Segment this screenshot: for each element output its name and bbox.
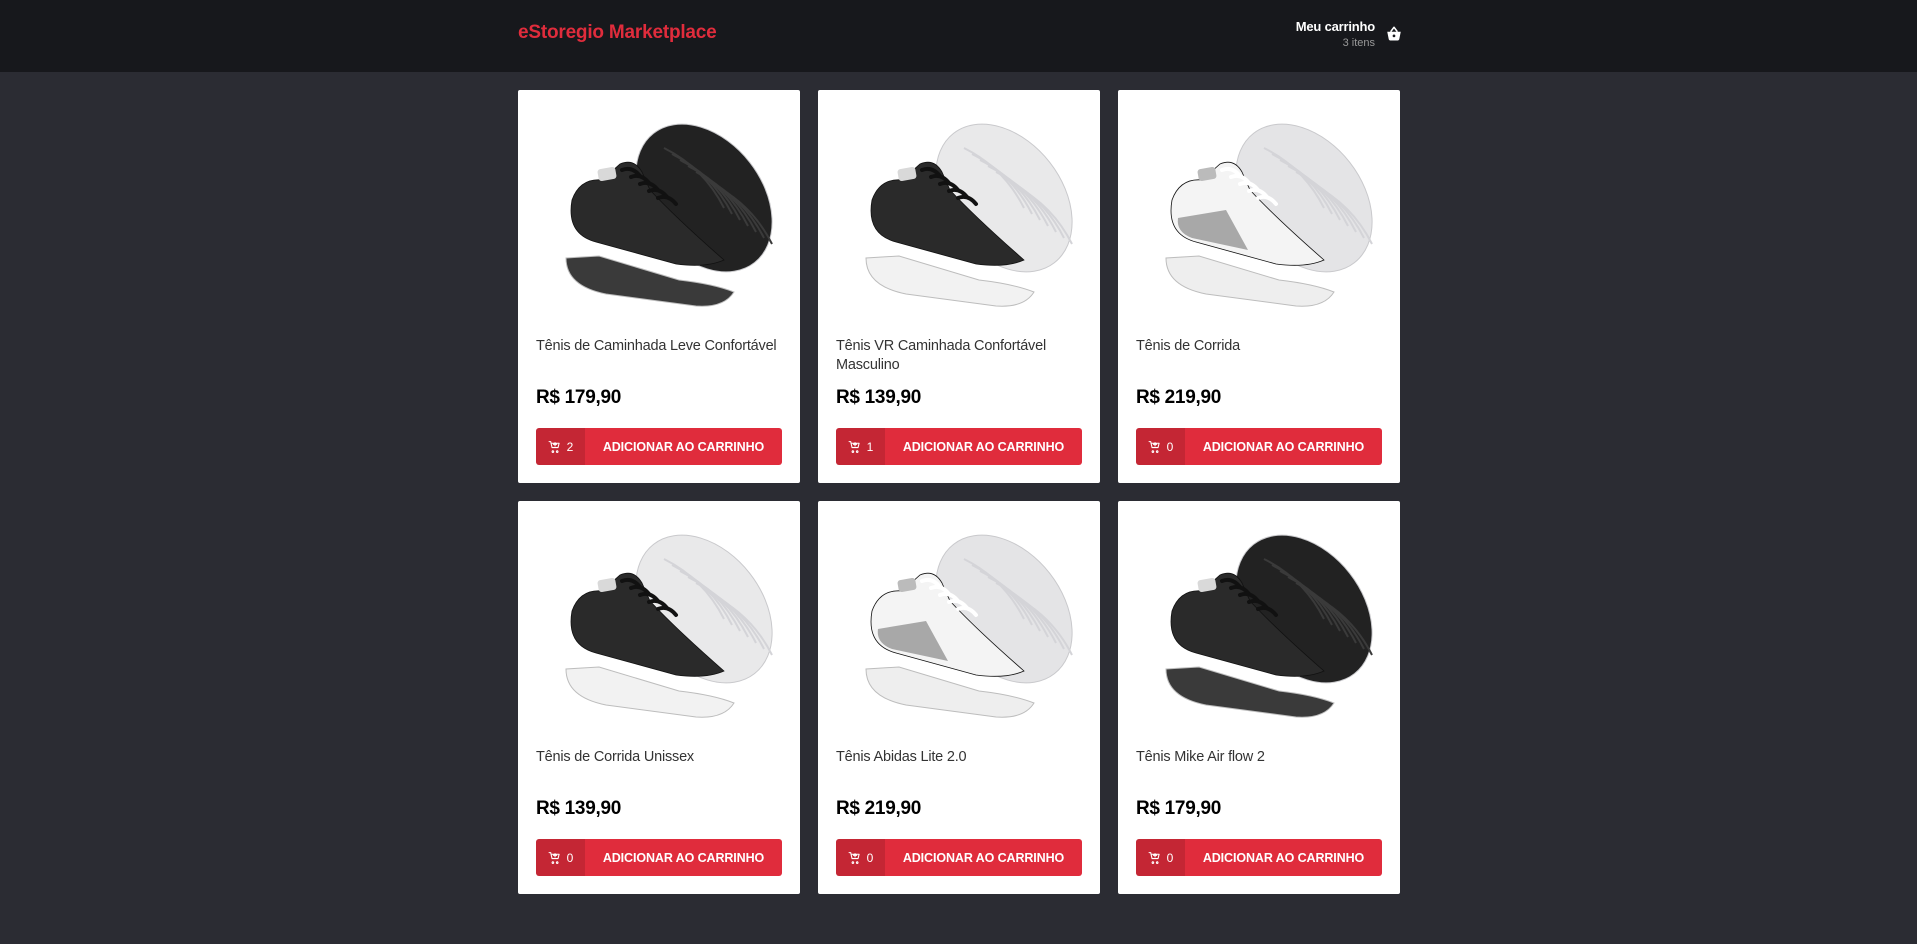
add-to-cart-label: ADICIONAR AO CARRINHO [902,439,1065,454]
sneaker-image [1165,123,1373,307]
add-to-cart-label: ADICIONAR AO CARRINHO [902,850,1065,865]
cart-quantity: 0 [1166,439,1174,454]
add-to-cart-icon [1148,441,1160,453]
add-to-cart-icon [1148,852,1160,864]
cart-quantity: 0 [866,850,874,865]
cart-quantity-indicator: 2 [536,428,585,465]
sneaker-image [565,123,773,307]
cart-quantity: 2 [566,439,574,454]
store-logo-link[interactable]: eStoregio Marketplace [518,22,717,44]
product-grid: Tênis de Caminhada Leve Confortável R$ 17… [518,90,1400,894]
add-to-cart-icon [848,852,860,864]
product-price: R$ 179,90 [1136,798,1221,819]
product-title: Tênis de Corrida Unissex [536,749,694,765]
sneaker-image [865,123,1073,307]
cart-item-count: 3 itens [1342,37,1375,49]
product-price: R$ 219,90 [836,798,921,819]
product-title: Tênis Abidas Lite 2.0 [836,749,967,765]
cart-summary: Meu carrinho 3 itens [1296,19,1375,49]
product-price: R$ 139,90 [836,387,921,408]
cart-quantity-indicator: 1 [836,428,885,465]
top-header: eStoregio Marketplace Meu carrinho 3 ite… [0,0,1917,72]
product-price: R$ 139,90 [536,798,621,819]
add-to-cart-button[interactable]: 0 ADICIONAR AO CARRINHO [836,839,1082,876]
product-card: Tênis de Corrida R$ 219,90 0 ADICIONAR AO C… [1118,90,1400,483]
add-to-cart-label: ADICIONAR AO CARRINHO [1202,439,1365,454]
sneaker-image [865,534,1073,718]
product-price: R$ 179,90 [536,387,621,408]
add-to-cart-label: ADICIONAR AO CARRINHO [602,850,765,865]
sneaker-image [565,534,773,718]
product-title: Tênis Mike Air flow 2 [1136,749,1265,765]
basket-icon [1387,26,1401,41]
cart-quantity: 1 [866,439,874,454]
product-card: Tênis de Caminhada Leve Confortável R$ 17… [518,90,800,483]
cart-quantity-indicator: 0 [836,839,885,876]
product-card: Tênis Abidas Lite 2.0 R$ 219,90 0 ADICIONAR… [818,501,1100,894]
add-to-cart-icon [548,852,560,864]
sneaker-image [1165,534,1373,718]
add-to-cart-button[interactable]: 0 ADICIONAR AO CARRINHO [1136,428,1382,465]
product-card: Tênis VR Caminhada Confortável Masculino… [818,90,1100,483]
product-card: Tênis de Corrida Unissex R$ 139,90 0 ADICIO… [518,501,800,894]
cart-quantity-indicator: 0 [536,839,585,876]
cart-quantity: 0 [566,850,574,865]
product-title: Tênis VR Caminhada Confortável Masculino [836,338,1046,373]
cart-title: Meu carrinho [1295,19,1375,34]
product-title: Tênis de Caminhada Leve Confortável [536,338,777,354]
add-to-cart-button[interactable]: 2 ADICIONAR AO CARRINHO [536,428,782,465]
add-to-cart-icon [848,441,860,453]
add-to-cart-icon [548,441,560,453]
add-to-cart-label: ADICIONAR AO CARRINHO [1202,850,1365,865]
cart-quantity-indicator: 0 [1136,428,1185,465]
product-title: Tênis de Corrida [1136,338,1240,354]
add-to-cart-button[interactable]: 1 ADICIONAR AO CARRINHO [836,428,1082,465]
my-cart-link[interactable]: Meu carrinho 3 itens [1296,19,1403,49]
add-to-cart-button[interactable]: 0 ADICIONAR AO CARRINHO [1136,839,1382,876]
cart-quantity: 0 [1166,850,1174,865]
product-price: R$ 219,90 [1136,387,1221,408]
add-to-cart-label: ADICIONAR AO CARRINHO [602,439,765,454]
add-to-cart-button[interactable]: 0 ADICIONAR AO CARRINHO [536,839,782,876]
cart-quantity-indicator: 0 [1136,839,1185,876]
product-card: Tênis Mike Air flow 2 R$ 179,90 0 ADICIONAR… [1118,501,1400,894]
